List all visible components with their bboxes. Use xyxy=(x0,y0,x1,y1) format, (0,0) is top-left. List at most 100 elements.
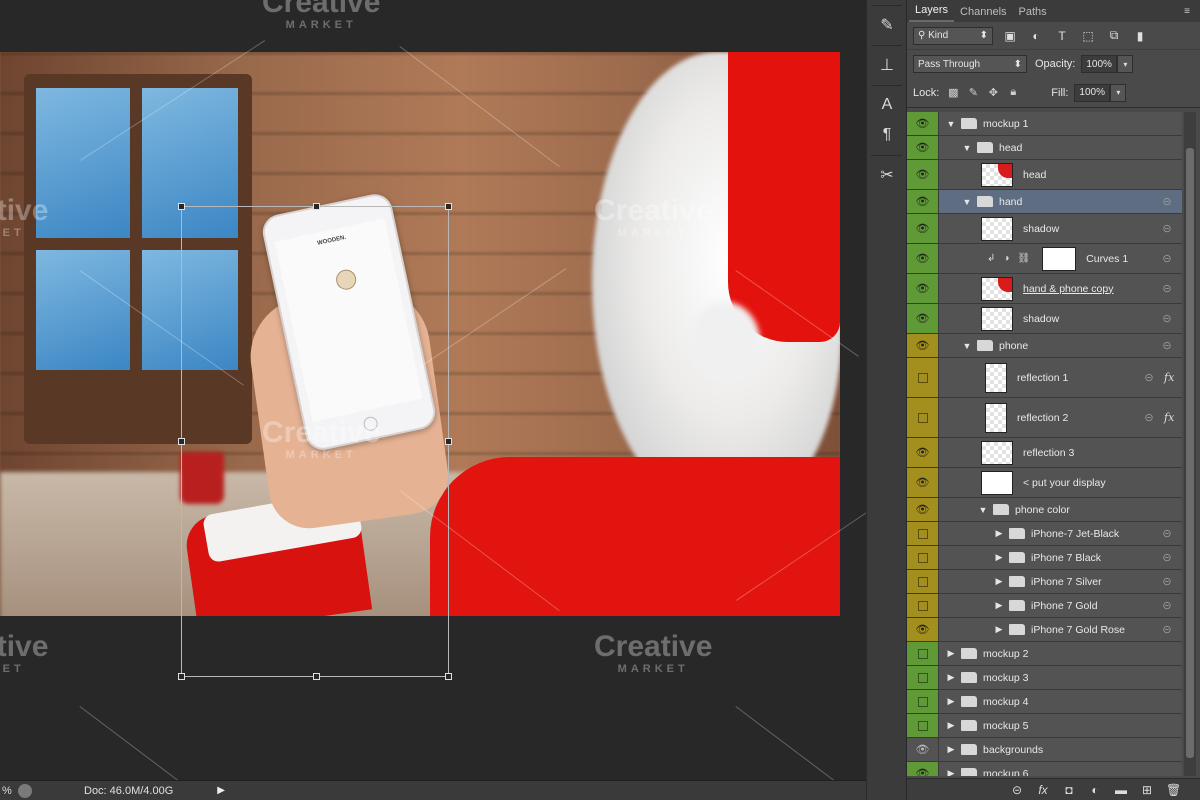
collapse-arrow-icon[interactable]: ▼ xyxy=(961,197,973,207)
layer-group-row[interactable]: ▶ mockup 3 xyxy=(907,666,1182,690)
collapse-arrow-icon[interactable]: ▼ xyxy=(977,505,989,515)
transform-handle-tl[interactable] xyxy=(178,203,185,210)
new-group-icon[interactable]: ▬ xyxy=(1114,783,1128,797)
transform-handle-tr[interactable] xyxy=(445,203,452,210)
visibility-eye-icon[interactable]: 👁︎ xyxy=(907,762,939,776)
layer-group-row[interactable]: ▶ iPhone 7 Silver ⊝ xyxy=(907,570,1182,594)
expand-arrow-icon[interactable]: ▶ xyxy=(993,552,1005,563)
visibility-toggle[interactable] xyxy=(907,358,939,397)
expand-arrow-icon[interactable]: ▶ xyxy=(945,720,957,731)
visibility-toggle[interactable] xyxy=(907,690,939,713)
layer-name[interactable]: mockup 2 xyxy=(983,648,1182,660)
visibility-eye-icon[interactable]: 👁︎ xyxy=(907,334,939,357)
visibility-eye-icon[interactable]: 👁︎ xyxy=(907,438,939,467)
filter-type-icon[interactable]: T xyxy=(1053,28,1071,44)
expand-arrow-icon[interactable]: ▶ xyxy=(993,600,1005,611)
layer-name[interactable]: shadow xyxy=(1023,313,1158,325)
visibility-toggle[interactable] xyxy=(907,594,939,617)
layer-group-row[interactable]: 👁︎ ▼ head xyxy=(907,136,1182,160)
zoom-level[interactable]: % xyxy=(0,785,14,797)
link-layers-icon[interactable]: ⊝ xyxy=(1010,783,1024,797)
layers-list[interactable]: 👁︎ ▼ mockup 1 👁︎ ▼ head 👁︎ head 👁︎ ▼ hand ⊝ 👁︎ shadow… xyxy=(907,112,1182,776)
layer-group-row[interactable]: ▶ mockup 5 xyxy=(907,714,1182,738)
visibility-toggle[interactable] xyxy=(907,570,939,593)
layer-name[interactable]: iPhone 7 Black xyxy=(1031,552,1158,564)
layer-style-fx-icon[interactable]: fx xyxy=(1036,783,1050,797)
layer-group-row[interactable]: 👁︎ ▶ backgrounds xyxy=(907,738,1182,762)
filter-smart-object-icon[interactable]: ⧉ xyxy=(1105,28,1123,44)
layer-group-row[interactable]: 👁︎ ▼ phone ⊝ xyxy=(907,334,1182,358)
layer-name[interactable]: iPhone 7 Silver xyxy=(1031,576,1158,588)
layer-thumbnail[interactable] xyxy=(985,362,1007,393)
layer-name[interactable]: mockup 1 xyxy=(983,118,1182,130)
layer-name[interactable]: mockup 3 xyxy=(983,672,1182,684)
layers-scrollbar-thumb[interactable] xyxy=(1186,148,1194,758)
filter-shape-icon[interactable]: ⬚ xyxy=(1079,28,1097,44)
layer-thumbnail[interactable] xyxy=(981,216,1013,241)
visibility-eye-icon[interactable]: 👁︎ xyxy=(907,618,939,641)
layer-group-row[interactable]: 👁︎ ▶ mockup 6 xyxy=(907,762,1182,776)
lock-image-pixels-icon[interactable]: ✎ xyxy=(963,86,983,99)
layer-name[interactable]: mockup 6 xyxy=(983,768,1182,777)
expand-arrow-icon[interactable]: ▶ xyxy=(993,624,1005,635)
collapse-arrow-icon[interactable]: ▼ xyxy=(945,119,957,129)
layer-row[interactable]: 👁︎ hand & phone copy ⊝ xyxy=(907,274,1182,304)
collapse-arrow-icon[interactable]: ▼ xyxy=(961,341,973,351)
transform-handle-br[interactable] xyxy=(445,673,452,680)
visibility-eye-icon[interactable]: 👁︎ xyxy=(907,244,939,273)
delete-layer-icon[interactable]: 🗑︎ xyxy=(1166,783,1181,797)
layer-group-row[interactable]: 👁︎ ▼ hand ⊝ xyxy=(907,190,1182,214)
layer-effects-icon[interactable]: fx xyxy=(1164,411,1180,424)
layer-thumbnail[interactable] xyxy=(981,306,1013,331)
visibility-toggle[interactable] xyxy=(907,642,939,665)
expand-arrow-icon[interactable]: ▶ xyxy=(945,696,957,707)
visibility-eye-icon[interactable]: 👁︎ xyxy=(907,274,939,303)
layer-name[interactable]: head xyxy=(999,142,1182,154)
layer-name[interactable]: hand & phone copy xyxy=(1023,283,1158,295)
visibility-toggle[interactable] xyxy=(907,546,939,569)
transform-handle-mr[interactable] xyxy=(445,438,452,445)
filter-toggle-icon[interactable]: ▮ xyxy=(1131,28,1149,44)
layer-name[interactable]: iPhone-7 Jet-Black xyxy=(1031,528,1158,540)
lock-transparent-pixels-icon[interactable]: ▩ xyxy=(943,86,963,99)
visibility-eye-icon[interactable]: 👁︎ xyxy=(907,136,939,159)
layer-group-row[interactable]: 👁︎ ▶ iPhone 7 Gold Rose ⊝ xyxy=(907,618,1182,642)
layer-name[interactable]: reflection 1 xyxy=(1017,372,1140,384)
paragraph-panel-icon[interactable]: ¶ xyxy=(867,120,907,150)
layer-group-row[interactable]: ▶ mockup 2 xyxy=(907,642,1182,666)
layer-name[interactable]: mockup 5 xyxy=(983,720,1182,732)
layer-row[interactable]: 👁︎ ↲ ◑ ⛓︎ Curves 1 ⊝ xyxy=(907,244,1182,274)
add-mask-icon[interactable]: ◘ xyxy=(1062,783,1076,797)
tool-presets-icon[interactable]: ✂ xyxy=(867,160,907,190)
layers-scrollbar[interactable] xyxy=(1184,112,1196,776)
new-layer-icon[interactable]: ⊞ xyxy=(1140,783,1154,797)
layer-group-row[interactable]: 👁︎ ▼ phone color xyxy=(907,498,1182,522)
expand-arrow-icon[interactable]: ▶ xyxy=(993,528,1005,539)
character-panel-icon[interactable]: A xyxy=(867,90,907,120)
collapse-arrow-icon[interactable]: ▼ xyxy=(961,143,973,153)
panel-menu-icon[interactable]: ≡ xyxy=(1184,6,1190,17)
layer-thumbnail[interactable] xyxy=(985,402,1007,433)
visibility-eye-icon[interactable]: 👁︎ xyxy=(907,738,939,761)
layer-name[interactable]: reflection 3 xyxy=(1023,447,1182,459)
filter-pixel-icon[interactable]: ▣ xyxy=(1001,28,1019,44)
filter-adjustment-icon[interactable]: ◐ xyxy=(1027,28,1045,44)
layer-thumbnail[interactable] xyxy=(981,276,1013,301)
brush-presets-icon[interactable]: ✎ xyxy=(867,10,907,40)
expand-arrow-icon[interactable]: ▶ xyxy=(945,768,957,776)
visibility-eye-icon[interactable]: 👁︎ xyxy=(907,498,939,521)
layer-name[interactable]: backgrounds xyxy=(983,744,1182,756)
layer-name[interactable]: iPhone 7 Gold xyxy=(1031,600,1158,612)
lock-all-icon[interactable]: 🔒︎ xyxy=(1003,86,1023,99)
layer-thumbnail[interactable] xyxy=(981,162,1013,187)
expand-arrow-icon[interactable]: ▶ xyxy=(945,744,957,755)
layer-thumbnail[interactable] xyxy=(981,440,1013,465)
tab-paths[interactable]: Paths xyxy=(1013,6,1053,22)
visibility-eye-icon[interactable]: 👁︎ xyxy=(907,468,939,497)
visibility-eye-icon[interactable]: 👁︎ xyxy=(907,214,939,243)
layer-name[interactable]: shadow xyxy=(1023,223,1158,235)
layer-group-row[interactable]: ▶ iPhone 7 Black ⊝ xyxy=(907,546,1182,570)
layer-row[interactable]: 👁︎ shadow ⊝ xyxy=(907,214,1182,244)
visibility-toggle[interactable] xyxy=(907,714,939,737)
layer-effects-icon[interactable]: fx xyxy=(1164,371,1180,384)
